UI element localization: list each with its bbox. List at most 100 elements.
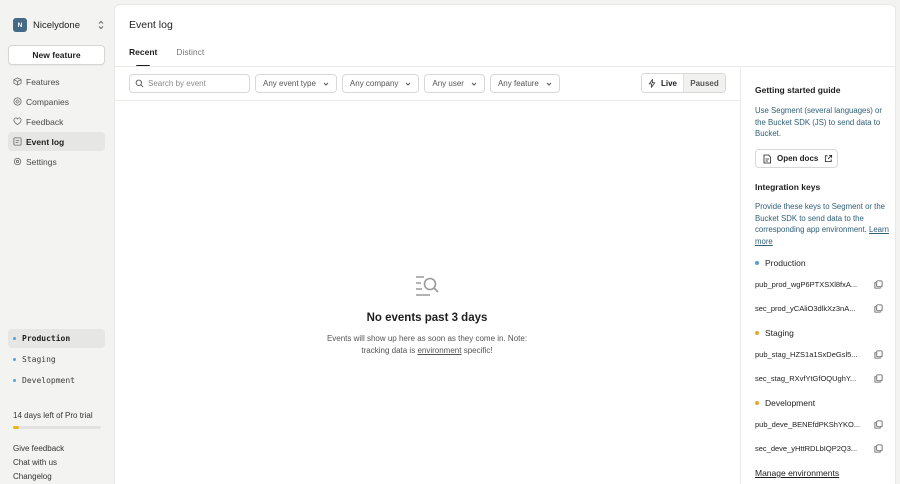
search-box[interactable]	[129, 74, 250, 93]
chat-with-us-link[interactable]: Chat with us	[13, 456, 64, 470]
feedback-icon	[13, 117, 22, 126]
sidebar: N Nicelydone New feature Features Compan…	[0, 0, 112, 484]
environment-dot	[755, 401, 759, 405]
guide-intro: Use Segment (several languages) or the B…	[755, 106, 882, 139]
secret-key: sec_prod_yCAliO3dlkXz3nA...	[755, 303, 856, 313]
filter-label: Any user	[432, 79, 464, 88]
document-icon	[763, 154, 771, 163]
chevron-down-icon	[546, 82, 552, 86]
environment-item-production[interactable]: Production	[8, 329, 105, 348]
trial-progress-bar	[13, 426, 101, 429]
search-icon	[135, 79, 144, 88]
env-section-production: Production	[755, 258, 806, 268]
give-feedback-link[interactable]: Give feedback	[13, 442, 64, 456]
external-link-icon	[825, 154, 833, 163]
key-row: pub_prod_wgP6PTXSXl8fxA...	[755, 278, 883, 290]
publishable-key: pub_prod_wgP6PTXSXl8fxA...	[755, 279, 858, 289]
filter-label: Any event type	[263, 79, 316, 88]
secret-key: sec_stag_RXvfYtGfOQUghY...	[755, 373, 857, 383]
environment-item-staging[interactable]: Staging	[8, 350, 105, 369]
sidebar-item-label: Companies	[26, 96, 69, 107]
integration-keys-description: Provide these keys to Segment or the Buc…	[755, 201, 889, 247]
live-button[interactable]: Live	[642, 74, 684, 92]
trial-text: 14 days left of Pro trial	[13, 411, 93, 420]
sidebar-item-features[interactable]: Features	[8, 72, 105, 91]
key-row: pub_deve_BENEfdPKShYKO...	[755, 418, 883, 430]
publishable-key: pub_deve_BENEfdPKShYKO...	[755, 419, 861, 429]
feature-icon	[13, 77, 22, 86]
publishable-key: pub_stag_HZS1a1SxDeGsl5...	[755, 349, 858, 359]
environment-dot	[13, 379, 16, 382]
getting-started-panel: Getting started guide Use Segment (sever…	[740, 67, 896, 484]
sidebar-item-event-log[interactable]: Event log	[8, 132, 105, 151]
event-log-icon	[13, 137, 22, 146]
chevron-down-icon	[471, 82, 477, 86]
event-type-filter[interactable]: Any event type	[255, 74, 337, 93]
keys-desc-text: Provide these keys to Segment or the Buc…	[755, 202, 886, 235]
sidebar-item-companies[interactable]: Companies	[8, 92, 105, 111]
empty-state: No events past 3 days Events will show u…	[322, 273, 532, 357]
key-row: sec_deve_yHttRDLbIQP2Q3...	[755, 442, 883, 454]
sidebar-item-label: Feedback	[26, 116, 64, 127]
environment-dot	[755, 331, 759, 335]
environment-item-development[interactable]: Development	[8, 371, 105, 390]
lightning-icon	[648, 78, 656, 88]
tab-bar: Recent Distinct	[129, 47, 223, 67]
trial-status: 14 days left of Pro trial	[13, 411, 101, 429]
environment-label: Production	[22, 334, 71, 343]
feature-filter[interactable]: Any feature	[489, 74, 560, 93]
sidebar-item-feedback[interactable]: Feedback	[8, 112, 105, 131]
changelog-link[interactable]: Changelog	[13, 470, 64, 484]
sidebar-item-label: Event log	[26, 136, 65, 147]
environment-label: Staging	[22, 355, 56, 364]
environment-list: Production Staging Development	[8, 329, 105, 392]
environment-dot	[755, 261, 759, 265]
chevron-down-icon	[406, 82, 411, 86]
open-docs-label: Open docs	[777, 154, 819, 163]
new-feature-button[interactable]: New feature	[8, 45, 105, 65]
paused-button[interactable]: Paused	[684, 74, 725, 92]
sidebar-item-settings[interactable]: Settings	[8, 152, 105, 171]
company-filter[interactable]: Any company	[341, 74, 420, 93]
user-filter[interactable]: Any user	[424, 74, 485, 93]
secret-key: sec_deve_yHttRDLbIQP2Q3...	[755, 443, 858, 453]
copy-icon[interactable]	[874, 279, 883, 289]
chevron-up-down-icon	[98, 20, 104, 30]
integration-keys-title: Integration keys	[755, 182, 821, 192]
org-switcher[interactable]: N Nicelydone	[13, 17, 105, 33]
chevron-down-icon	[323, 82, 329, 86]
key-row: pub_stag_HZS1a1SxDeGsl5...	[755, 348, 883, 360]
guide-title: Getting started guide	[755, 85, 841, 95]
main-panel: Event log Recent Distinct Any event type…	[114, 4, 896, 484]
env-section-development: Development	[755, 398, 815, 408]
copy-icon[interactable]	[874, 349, 883, 359]
tab-recent[interactable]: Recent	[129, 47, 157, 67]
environment-dot	[13, 337, 16, 340]
search-input[interactable]	[148, 79, 243, 88]
trial-progress-fill	[13, 426, 20, 429]
open-docs-button[interactable]: Open docs	[755, 149, 838, 168]
org-avatar: N	[13, 18, 27, 32]
copy-icon[interactable]	[874, 419, 883, 429]
filter-label: Any company	[349, 79, 399, 88]
environment-link[interactable]: environment	[417, 346, 461, 355]
tab-distinct[interactable]: Distinct	[176, 47, 204, 67]
sidebar-nav: Features Companies Feedback Event log Se…	[8, 72, 105, 172]
divider	[115, 100, 740, 101]
copy-icon[interactable]	[874, 373, 883, 383]
environment-name: Staging	[765, 328, 794, 338]
companies-icon	[13, 97, 22, 106]
empty-state-description: Events will show up here as soon as they…	[322, 333, 532, 357]
env-section-staging: Staging	[755, 328, 794, 338]
key-row: sec_prod_yCAliO3dlkXz3nA...	[755, 302, 883, 314]
filter-label: Any feature	[497, 79, 539, 88]
environment-label: Development	[22, 376, 75, 385]
copy-icon[interactable]	[874, 303, 883, 313]
key-row: sec_stag_RXvfYtGfOQUghY...	[755, 372, 883, 384]
sidebar-footer: Give feedback Chat with us Changelog	[13, 442, 64, 484]
sidebar-item-label: Features	[26, 76, 60, 87]
copy-icon[interactable]	[874, 443, 883, 453]
manage-environments-link[interactable]: Manage environments	[755, 468, 839, 478]
environment-name: Production	[765, 258, 806, 268]
live-paused-toggle: Live Paused	[641, 73, 726, 93]
